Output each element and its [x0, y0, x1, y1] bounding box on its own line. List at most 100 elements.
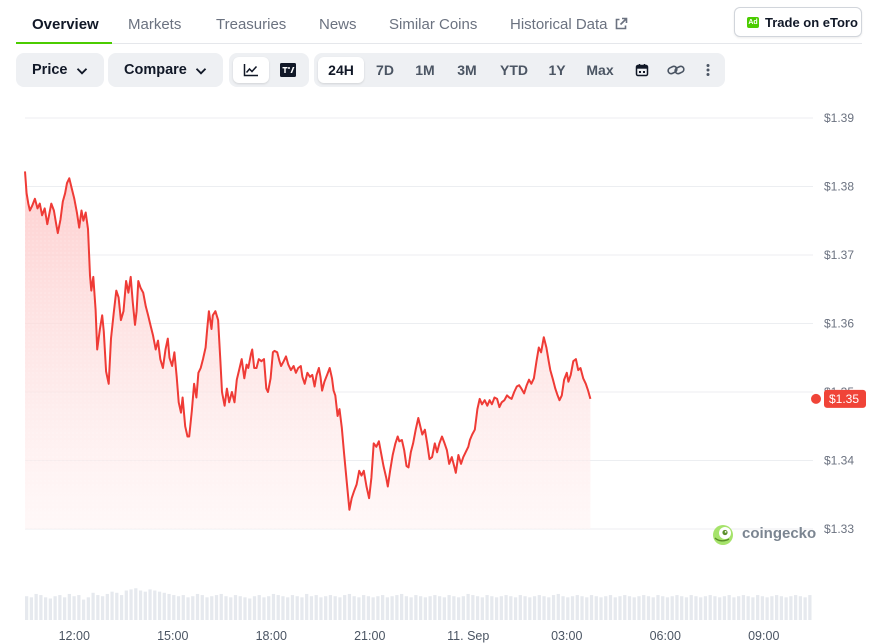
volume-bar — [485, 595, 489, 620]
volume-bar — [466, 593, 470, 620]
volume-bar — [518, 595, 522, 620]
date-range-button[interactable] — [628, 57, 656, 83]
compare-dropdown-label: Compare — [124, 62, 187, 78]
volume-bar — [400, 593, 404, 620]
volume-bar — [732, 597, 736, 620]
volume-bar — [357, 597, 361, 620]
x-tick-label: 09:00 — [748, 629, 779, 643]
volume-bar — [67, 593, 71, 620]
volume-bar — [53, 596, 57, 620]
volume-bar — [661, 596, 665, 620]
volume-bar — [77, 595, 81, 620]
volume-bar — [471, 595, 475, 620]
volume-bars — [25, 588, 812, 620]
volume-bar — [314, 595, 318, 620]
volume-bar — [461, 596, 465, 620]
y-tick-label: $1.34 — [824, 454, 854, 468]
trade-on-etoro-button[interactable]: Ad Trade on eToro — [734, 7, 862, 37]
volume-bar — [789, 596, 793, 620]
range-24h-button[interactable]: 24H — [318, 57, 364, 83]
tab-similar-coins[interactable]: Similar Coins — [389, 0, 477, 44]
volume-bar — [271, 593, 276, 620]
volume-bar — [490, 596, 494, 620]
volume-bar — [760, 596, 765, 620]
volume-bar — [623, 595, 627, 620]
volume-bar — [779, 596, 784, 620]
tabs-divider — [16, 43, 862, 44]
volume-bar — [589, 595, 594, 620]
volume-bar — [722, 596, 727, 620]
volume-bar — [48, 598, 52, 620]
volume-bar — [148, 589, 152, 620]
volume-bar — [575, 595, 579, 620]
line-chart-icon — [243, 64, 258, 77]
tab-news[interactable]: News — [319, 0, 357, 44]
volume-bar — [708, 595, 712, 620]
range-1y-button[interactable]: 1Y — [540, 57, 574, 83]
volume-bar — [537, 595, 541, 620]
y-tick-label: $1.39 — [824, 111, 854, 125]
volume-bar — [670, 596, 674, 620]
current-price-label: $1.35 — [829, 392, 859, 406]
volume-bar — [770, 596, 774, 620]
volume-bar — [632, 597, 636, 620]
volume-bar — [684, 597, 689, 620]
volume-bar — [309, 596, 314, 620]
tab-markets[interactable]: Markets — [128, 0, 181, 44]
volume-bar — [366, 596, 371, 620]
volume-bar — [58, 595, 62, 620]
share-link-button[interactable] — [662, 57, 690, 83]
volume-bar — [210, 596, 214, 620]
x-tick-label: 18:00 — [256, 629, 287, 643]
volume-bar — [300, 597, 304, 620]
tradingview-mode-button[interactable] — [271, 57, 305, 83]
volume-bar — [153, 590, 157, 620]
volume-bar — [219, 593, 223, 620]
volume-bar — [181, 595, 185, 620]
volume-bar — [437, 596, 442, 620]
volume-bar — [295, 596, 299, 620]
volume-bar — [404, 596, 409, 620]
range-1m-button[interactable]: 1M — [408, 57, 442, 83]
range-max-button[interactable]: Max — [578, 57, 622, 83]
range-3m-button[interactable]: 3M — [448, 57, 486, 83]
x-tick-label: 21:00 — [354, 629, 385, 643]
active-tab-indicator — [16, 42, 112, 44]
tab-historical-data[interactable]: Historical Data — [510, 0, 628, 44]
volume-bar — [751, 597, 755, 620]
volume-bar — [528, 597, 532, 620]
more-options-button[interactable] — [696, 57, 720, 83]
price-dropdown[interactable]: Price — [16, 53, 104, 87]
range-7d-button[interactable]: 7D — [368, 57, 402, 83]
volume-bar — [176, 596, 181, 620]
volume-bar — [447, 595, 451, 620]
volume-bar — [509, 596, 513, 620]
y-tick-label: $1.38 — [824, 180, 854, 194]
line-chart-mode-button[interactable] — [233, 57, 269, 83]
range-and-tools-group: 24H 7D 1M 3M YTD 1Y Max — [314, 53, 725, 87]
volume-bar — [324, 596, 328, 620]
volume-bar — [371, 597, 375, 620]
volume-bar — [594, 596, 598, 620]
volume-bar — [765, 597, 769, 620]
volume-bar — [167, 593, 171, 620]
volume-bar — [737, 596, 741, 620]
current-price-badge: $1.35 — [824, 389, 866, 408]
volume-bar — [157, 591, 162, 620]
tab-treasuries[interactable]: Treasuries — [216, 0, 286, 44]
tab-overview[interactable]: Overview — [32, 0, 99, 44]
volume-bar — [86, 597, 90, 620]
range-ytd-button[interactable]: YTD — [492, 57, 536, 83]
chart-mode-group — [229, 53, 309, 87]
compare-dropdown[interactable]: Compare — [108, 53, 223, 87]
volume-bar — [43, 597, 48, 620]
price-dropdown-label: Price — [32, 62, 68, 78]
current-price-marker — [811, 393, 821, 404]
volume-bar — [243, 597, 247, 620]
volume-bar — [608, 595, 613, 620]
trade-on-etoro-label: Trade on eToro — [765, 15, 858, 30]
volume-bar — [233, 595, 238, 620]
coingecko-wordmark: coingecko — [742, 525, 817, 542]
volume-bar — [205, 597, 209, 620]
volume-bar — [423, 597, 427, 620]
